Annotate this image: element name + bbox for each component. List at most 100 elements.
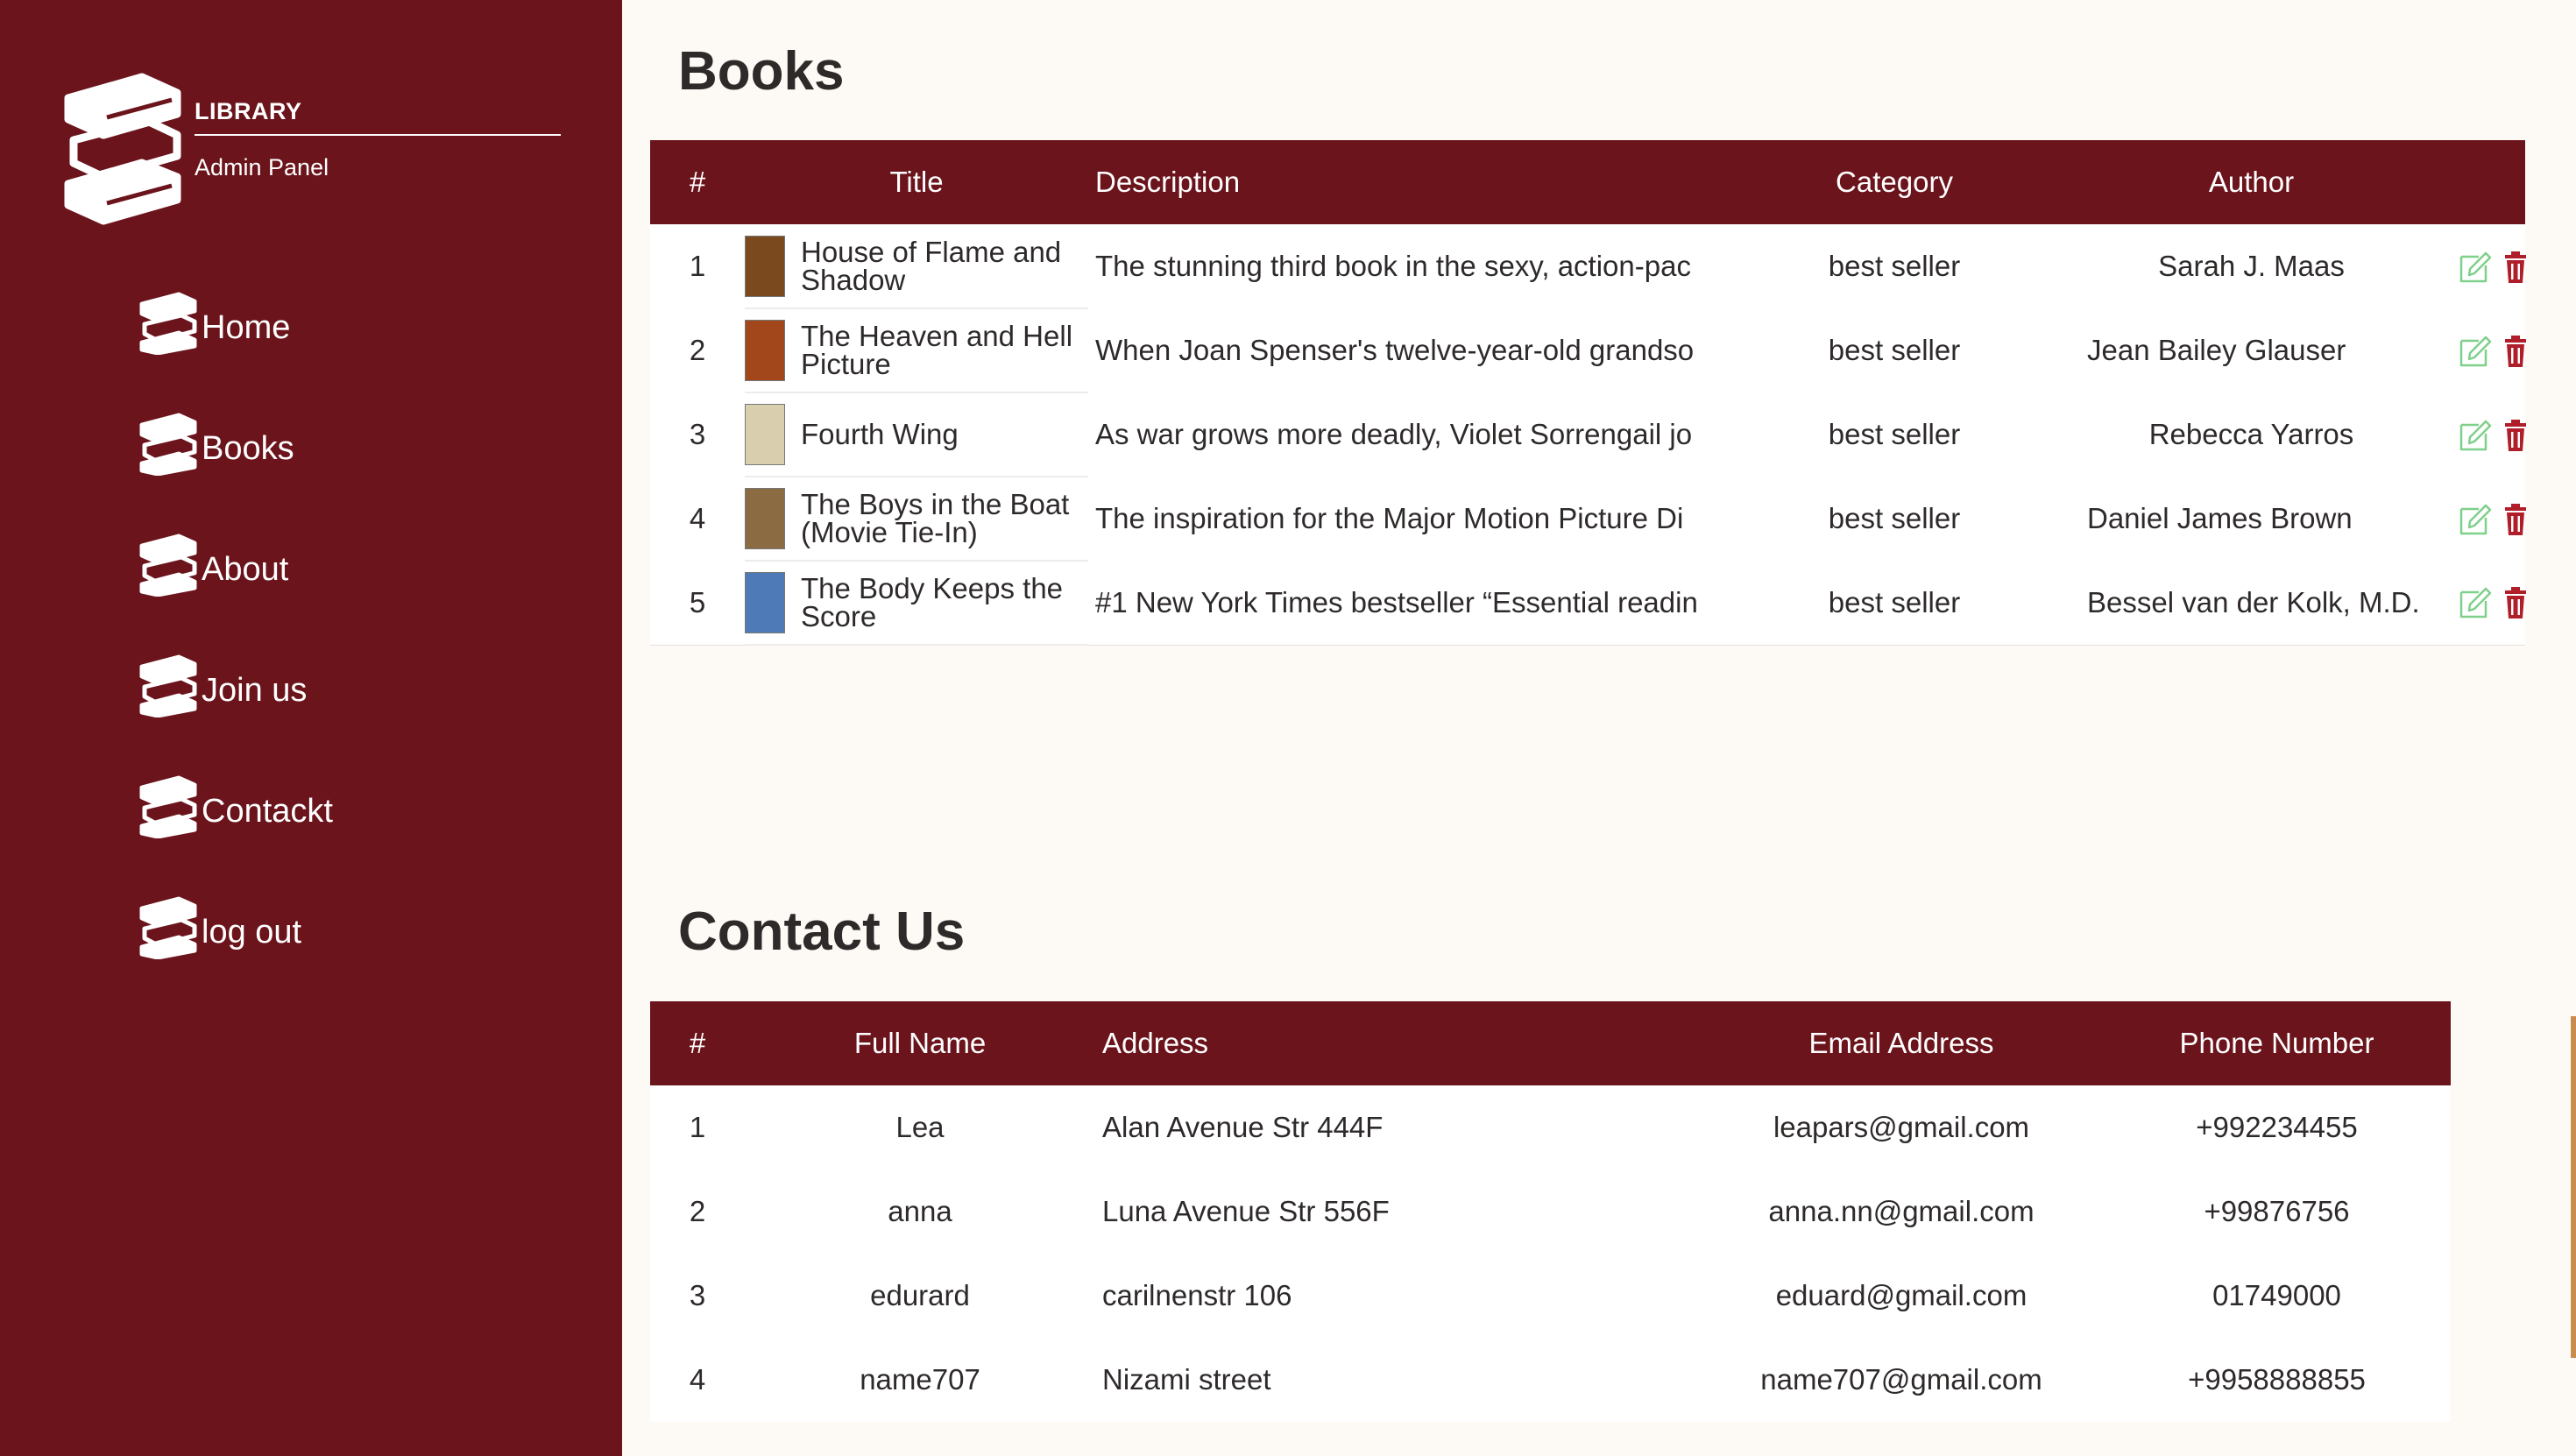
contact-phone: +992234455 xyxy=(2196,1111,2358,1143)
contact-email: name707@gmail.com xyxy=(1760,1363,2042,1396)
sidebar-nav: Home Books About Join us Contackt log ou… xyxy=(138,263,333,988)
table-row: 2 anna Luna Avenue Str 556F anna.nn@gmai… xyxy=(650,1170,2451,1254)
book-author: Bessel van der Kolk, M.D. xyxy=(2087,585,2420,618)
edit-icon[interactable] xyxy=(2458,502,2493,537)
edit-icon[interactable] xyxy=(2458,250,2493,285)
books-icon xyxy=(138,775,198,838)
edit-icon[interactable] xyxy=(2458,334,2493,369)
contact-name: edurard xyxy=(870,1279,970,1311)
book-cover-image xyxy=(745,235,785,297)
col-header-description: Description xyxy=(1095,166,1241,198)
sidebar: LIBRARY Admin Panel Home Books About Joi… xyxy=(0,0,622,1456)
trash-icon[interactable] xyxy=(2498,585,2533,620)
title-cell: The Body Keeps the Score xyxy=(745,561,1088,646)
book-author: Rebecca Yarros xyxy=(2148,418,2354,450)
contact-email: eduard@gmail.com xyxy=(1775,1279,2028,1311)
row-number: 1 xyxy=(689,1111,706,1143)
contact-email: anna.nn@gmail.com xyxy=(1768,1195,2035,1227)
books-icon xyxy=(138,654,198,717)
row-number: 3 xyxy=(689,418,706,450)
book-title: House of Flame and Shadow xyxy=(801,235,1062,296)
contact-address: carilnenstr 106 xyxy=(1102,1279,1292,1311)
book-author: Jean Bailey Glauser xyxy=(2087,334,2346,366)
sidebar-item-label: Home xyxy=(202,308,291,346)
sidebar-item-logout[interactable]: log out xyxy=(138,867,333,988)
books-logo-icon xyxy=(64,73,181,225)
row-actions xyxy=(2451,308,2526,392)
trash-icon[interactable] xyxy=(2498,334,2533,369)
row-number: 5 xyxy=(689,585,706,618)
table-row: 2 The Heaven and Hell Picture When Joan … xyxy=(650,308,2526,393)
sidebar-item-about[interactable]: About xyxy=(138,505,333,626)
book-description: The stunning third book in the sexy, act… xyxy=(1095,250,1691,282)
table-row: 3 edurard carilnenstr 106 eduard@gmail.c… xyxy=(650,1254,2451,1338)
books-icon xyxy=(138,896,198,959)
sidebar-item-contact[interactable]: Contackt xyxy=(138,746,333,867)
contact-address: Alan Avenue Str 444F xyxy=(1102,1111,1384,1143)
col-header-author: Author xyxy=(2208,166,2295,198)
books-icon xyxy=(138,292,198,355)
book-author: Daniel James Brown xyxy=(2087,502,2353,534)
book-cover-image xyxy=(745,488,785,549)
book-title: The Boys in the Boat (Movie Tie-In) xyxy=(801,488,1070,548)
table-row: 3 Fourth Wing As war grows more deadly, … xyxy=(650,392,2526,477)
row-number: 1 xyxy=(689,250,706,282)
sidebar-item-books[interactable]: Books xyxy=(138,384,333,505)
main-content: Books # Title Description Category Autho… xyxy=(622,0,2576,1456)
book-cover-image xyxy=(745,572,785,633)
row-number: 4 xyxy=(689,1363,706,1396)
contact-name: name707 xyxy=(860,1363,980,1396)
book-title: The Body Keeps the Score xyxy=(801,572,1064,633)
col-header-category: Category xyxy=(1836,166,1953,198)
book-cover-image xyxy=(745,404,785,465)
table-row: 1 Lea Alan Avenue Str 444F leapars@gmail… xyxy=(650,1085,2451,1170)
title-cell: The Heaven and Hell Picture xyxy=(745,308,1088,393)
col-header-email: Email Address xyxy=(1808,1027,1994,1059)
contact-section-title: Contact Us xyxy=(678,901,966,962)
edit-icon[interactable] xyxy=(2458,418,2493,453)
col-header-actions xyxy=(2451,140,2525,224)
row-number: 2 xyxy=(689,334,706,366)
contacts-table: # Full Name Address Email Address Phone … xyxy=(650,1001,2451,1422)
sidebar-item-join-us[interactable]: Join us xyxy=(138,626,333,746)
contact-name: Lea xyxy=(895,1111,945,1143)
sidebar-item-label: Contackt xyxy=(202,792,333,830)
trash-icon[interactable] xyxy=(2498,502,2533,537)
table-row: 5 The Body Keeps the Score #1 New York T… xyxy=(650,561,2526,646)
contact-address: Nizami street xyxy=(1102,1363,1271,1396)
book-cover-image xyxy=(745,320,785,381)
book-title: The Heaven and Hell Picture xyxy=(801,320,1073,380)
row-actions xyxy=(2451,477,2526,561)
trash-icon[interactable] xyxy=(2498,250,2533,285)
books-table: # Title Description Category Author 1 Ho… xyxy=(650,140,2526,646)
books-icon xyxy=(138,413,198,476)
col-header-number: # xyxy=(689,1027,706,1059)
row-actions xyxy=(2451,392,2526,477)
table-row: 1 House of Flame and Shadow The stunning… xyxy=(650,224,2526,309)
books-icon xyxy=(138,534,198,597)
book-category: best seller xyxy=(1828,250,1961,282)
title-cell: Fourth Wing xyxy=(745,392,1088,477)
sidebar-item-home[interactable]: Home xyxy=(138,263,333,384)
col-header-title: Title xyxy=(889,166,944,198)
row-number: 4 xyxy=(689,502,706,534)
col-header-address: Address xyxy=(1102,1027,1209,1059)
edit-icon[interactable] xyxy=(2458,585,2493,620)
books-section-title: Books xyxy=(678,41,845,102)
contact-name: anna xyxy=(888,1195,952,1227)
scrollbar[interactable] xyxy=(2571,1016,2576,1358)
contact-email: leapars@gmail.com xyxy=(1773,1111,2030,1143)
contacts-table-header: # Full Name Address Email Address Phone … xyxy=(650,1001,2451,1085)
book-description: The inspiration for the Major Motion Pic… xyxy=(1095,502,1684,534)
book-category: best seller xyxy=(1828,502,1961,534)
trash-icon[interactable] xyxy=(2498,418,2533,453)
brand: LIBRARY Admin Panel xyxy=(61,72,561,230)
books-table-header: # Title Description Category Author xyxy=(650,140,2525,224)
brand-subtitle: Admin Panel xyxy=(195,154,329,180)
book-author: Sarah J. Maas xyxy=(2158,250,2345,282)
sidebar-item-label: log out xyxy=(202,913,302,951)
row-actions xyxy=(2451,224,2526,308)
table-row: 4 name707 Nizami street name707@gmail.co… xyxy=(650,1338,2451,1422)
row-number: 2 xyxy=(689,1195,706,1227)
book-category: best seller xyxy=(1828,585,1961,618)
